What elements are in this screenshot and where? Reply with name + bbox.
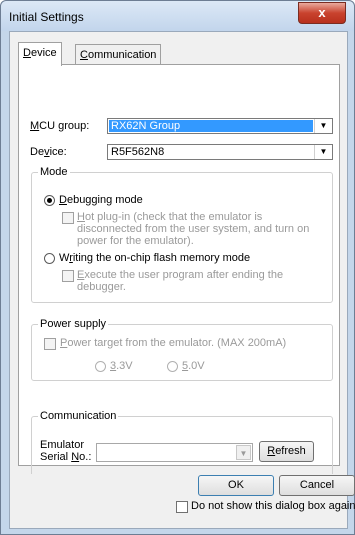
hot-plug-checkbox[interactable] [62, 212, 74, 224]
dialog-window: Initial Settings x Device Communication … [0, 0, 355, 535]
dialog-client: Device Communication MCU group: RX62N Gr… [9, 31, 355, 529]
debugging-mode-radio[interactable] [44, 195, 55, 206]
hot-plug-label: Hot plug-in (check that the emulator is [77, 211, 263, 223]
mcu-group-select[interactable]: RX62N Group ▼ [107, 118, 333, 134]
device-label: Device: [30, 146, 67, 158]
voltage-5-0-radio[interactable] [167, 361, 178, 372]
voltage-5-0-label: 5.0V [182, 360, 205, 372]
debugging-mode-label[interactable]: Debugging mode [59, 194, 143, 206]
mode-group-title: Mode [38, 166, 70, 178]
execute-after-debug-checkbox[interactable] [62, 270, 74, 282]
mcu-group-label: MCU group: [30, 120, 90, 132]
tab-communication[interactable]: Communication [75, 44, 162, 65]
title-bar[interactable]: Initial Settings x [1, 1, 354, 31]
dont-show-again-checkbox[interactable] [176, 501, 188, 513]
tab-device[interactable]: Device [18, 42, 62, 66]
communication-title: Communication [38, 410, 119, 422]
close-button[interactable]: x [298, 2, 346, 24]
hot-plug-description-2: power for the emulator). [77, 235, 194, 247]
dont-show-again-label[interactable]: Do not show this dialog box again. [191, 500, 355, 512]
chevron-down-icon[interactable]: ▼ [314, 119, 332, 133]
serial-no-label: Serial No.: [40, 451, 92, 463]
ok-button[interactable]: OK [198, 475, 274, 496]
window-title: Initial Settings [9, 10, 84, 24]
power-target-checkbox[interactable] [44, 338, 56, 350]
flash-mode-radio[interactable] [44, 253, 55, 264]
device-value: R5F562N8 [111, 146, 165, 158]
flash-mode-label[interactable]: Writing the on-chip flash memory mode [59, 252, 250, 264]
voltage-3-3-label: 3.3V [110, 360, 133, 372]
mcu-group-value: RX62N Group [109, 120, 313, 132]
close-icon: x [318, 5, 326, 20]
mode-group: Mode Debugging mode Hot plug-in (check t… [31, 166, 333, 303]
refresh-button[interactable]: Refresh [259, 441, 314, 462]
power-supply-group: Power supply Power target from the emula… [31, 318, 333, 381]
execute-after-debug-label: Execute the user program after ending th… [77, 269, 284, 281]
serial-no-select[interactable]: ▼ [96, 443, 253, 462]
cancel-button[interactable]: Cancel [279, 475, 355, 496]
device-select[interactable]: R5F562N8 ▼ [107, 144, 333, 160]
hot-plug-description-1: disconnected from the user system, and t… [77, 223, 310, 235]
power-supply-title: Power supply [38, 318, 109, 330]
execute-after-debug-label-2: debugger. [77, 281, 126, 293]
emulator-label: Emulator [40, 439, 85, 451]
device-tab-panel: MCU group: RX62N Group ▼ Device: R5F562N… [18, 64, 340, 485]
power-target-label: Power target from the emulator. (MAX 200… [60, 337, 287, 349]
voltage-3-3-radio[interactable] [95, 361, 106, 372]
chevron-down-icon[interactable]: ▼ [236, 445, 251, 460]
chevron-down-icon[interactable]: ▼ [314, 145, 332, 159]
dialog-footer: OK Cancel Do not show this dialog box ag… [10, 474, 355, 528]
